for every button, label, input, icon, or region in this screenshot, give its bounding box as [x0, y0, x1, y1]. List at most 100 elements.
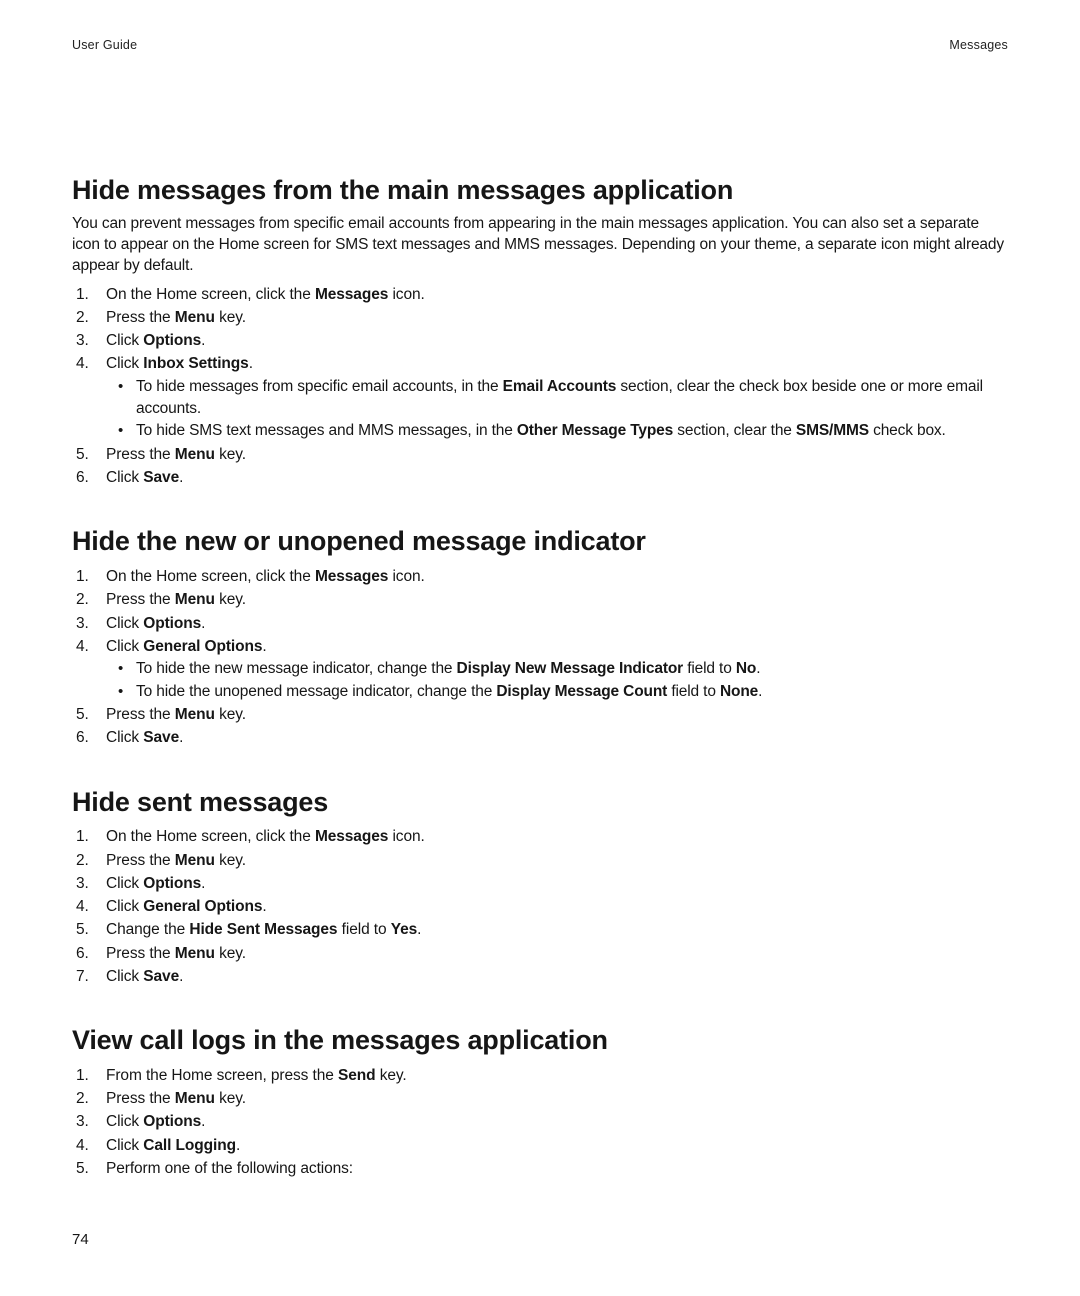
- bold-term: Save: [143, 968, 179, 985]
- step-item: Click General Options. To hide the new me…: [72, 635, 1008, 703]
- content-area: Hide messages from the main messages app…: [72, 174, 1008, 1180]
- section-heading: View call logs in the messages applicati…: [72, 1024, 1008, 1058]
- bold-term: Menu: [175, 945, 215, 962]
- step-text: Click General Options.: [106, 898, 267, 915]
- step-item: On the Home screen, click the Messages i…: [72, 565, 1008, 588]
- step-text: Click Options.: [106, 1113, 205, 1130]
- bold-term: Send: [338, 1067, 376, 1084]
- bold-term: Display New Message Indicator: [457, 660, 684, 677]
- step-text: Click Save.: [106, 729, 183, 746]
- step-list: On the Home screen, click the Messages i…: [72, 283, 1008, 490]
- bold-term: Options: [143, 615, 201, 632]
- step-item: Click Save.: [72, 965, 1008, 988]
- sub-item: To hide SMS text messages and MMS messag…: [106, 420, 1008, 442]
- running-header: User Guide Messages: [72, 38, 1008, 52]
- bold-term: Options: [143, 875, 201, 892]
- step-text: Press the Menu key.: [106, 706, 246, 723]
- bold-term: None: [720, 683, 758, 700]
- step-text: Click Save.: [106, 469, 183, 486]
- sub-item: To hide the new message indicator, chang…: [106, 658, 1008, 680]
- step-item: Click Options.: [72, 612, 1008, 635]
- step-item: Press the Menu key.: [72, 942, 1008, 965]
- step-item: Press the Menu key.: [72, 588, 1008, 611]
- sub-list: To hide messages from specific email acc…: [106, 376, 1008, 443]
- bold-term: SMS/MMS: [796, 422, 869, 439]
- step-item: Click Call Logging.: [72, 1134, 1008, 1157]
- section: View call logs in the messages applicati…: [72, 1024, 1008, 1180]
- section-heading: Hide messages from the main messages app…: [72, 174, 1008, 208]
- step-text: Click Options.: [106, 332, 205, 349]
- bold-term: Options: [143, 332, 201, 349]
- step-list: On the Home screen, click the Messages i…: [72, 565, 1008, 749]
- bold-term: Other Message Types: [517, 422, 673, 439]
- step-item: On the Home screen, click the Messages i…: [72, 825, 1008, 848]
- step-text: Click Inbox Settings.: [106, 355, 253, 372]
- step-item: Click Save.: [72, 726, 1008, 749]
- step-text: Click General Options.: [106, 638, 267, 655]
- step-text: Click Options.: [106, 875, 205, 892]
- section-heading: Hide the new or unopened message indicat…: [72, 525, 1008, 559]
- step-item: Press the Menu key.: [72, 849, 1008, 872]
- step-text: On the Home screen, click the Messages i…: [106, 828, 425, 845]
- step-item: On the Home screen, click the Messages i…: [72, 283, 1008, 306]
- bold-term: Menu: [175, 446, 215, 463]
- step-text: Press the Menu key.: [106, 591, 246, 608]
- sub-item: To hide messages from specific email acc…: [106, 376, 1008, 421]
- step-text: On the Home screen, click the Messages i…: [106, 286, 425, 303]
- bold-term: No: [736, 660, 756, 677]
- step-text: Click Save.: [106, 968, 183, 985]
- step-item: Press the Menu key.: [72, 1087, 1008, 1110]
- bold-term: Menu: [175, 591, 215, 608]
- step-text: On the Home screen, click the Messages i…: [106, 568, 425, 585]
- step-item: Press the Menu key.: [72, 443, 1008, 466]
- section: Hide messages from the main messages app…: [72, 174, 1008, 489]
- bold-term: Save: [143, 729, 179, 746]
- bold-term: Save: [143, 469, 179, 486]
- bold-term: General Options: [143, 898, 262, 915]
- step-text: Perform one of the following actions:: [106, 1160, 353, 1177]
- bold-term: Messages: [315, 828, 388, 845]
- bold-term: Menu: [175, 1090, 215, 1107]
- step-text: From the Home screen, press the Send key…: [106, 1067, 407, 1084]
- section: Hide the new or unopened message indicat…: [72, 525, 1008, 749]
- step-item: Press the Menu key.: [72, 306, 1008, 329]
- page-body: User Guide Messages Hide messages from t…: [72, 38, 1008, 1296]
- section-heading: Hide sent messages: [72, 786, 1008, 820]
- step-item: Click Inbox Settings. To hide messages fr…: [72, 352, 1008, 443]
- bold-term: Messages: [315, 568, 388, 585]
- header-right: Messages: [949, 38, 1008, 52]
- header-left: User Guide: [72, 38, 137, 52]
- step-text: Change the Hide Sent Messages field to Y…: [106, 921, 421, 938]
- step-item: Click General Options.: [72, 895, 1008, 918]
- bold-term: Inbox Settings: [143, 355, 248, 372]
- step-text: Click Options.: [106, 615, 205, 632]
- step-text: Click Call Logging.: [106, 1137, 240, 1154]
- step-item: Click Options.: [72, 872, 1008, 895]
- step-item: Change the Hide Sent Messages field to Y…: [72, 918, 1008, 941]
- step-item: From the Home screen, press the Send key…: [72, 1064, 1008, 1087]
- step-text: Press the Menu key.: [106, 446, 246, 463]
- bold-term: Call Logging: [143, 1137, 236, 1154]
- bold-term: Options: [143, 1113, 201, 1130]
- sub-item: To hide the unopened message indicator, …: [106, 681, 1008, 703]
- step-item: Click Save.: [72, 466, 1008, 489]
- step-list: On the Home screen, click the Messages i…: [72, 825, 1008, 988]
- page-number: 74: [72, 1231, 89, 1248]
- step-list: From the Home screen, press the Send key…: [72, 1064, 1008, 1180]
- bold-term: Messages: [315, 286, 388, 303]
- bold-term: Hide Sent Messages: [189, 921, 337, 938]
- step-text: Press the Menu key.: [106, 852, 246, 869]
- step-item: Click Options.: [72, 1110, 1008, 1133]
- step-text: Press the Menu key.: [106, 309, 246, 326]
- bold-term: Menu: [175, 706, 215, 723]
- bold-term: Menu: [175, 309, 215, 326]
- bold-term: Email Accounts: [503, 378, 617, 395]
- bold-term: General Options: [143, 638, 262, 655]
- bold-term: Yes: [391, 921, 417, 938]
- bold-term: Menu: [175, 852, 215, 869]
- step-item: Press the Menu key.: [72, 703, 1008, 726]
- section-intro: You can prevent messages from specific e…: [72, 214, 1008, 277]
- bold-term: Display Message Count: [496, 683, 667, 700]
- sub-list: To hide the new message indicator, chang…: [106, 658, 1008, 703]
- section: Hide sent messages On the Home screen, cl…: [72, 786, 1008, 989]
